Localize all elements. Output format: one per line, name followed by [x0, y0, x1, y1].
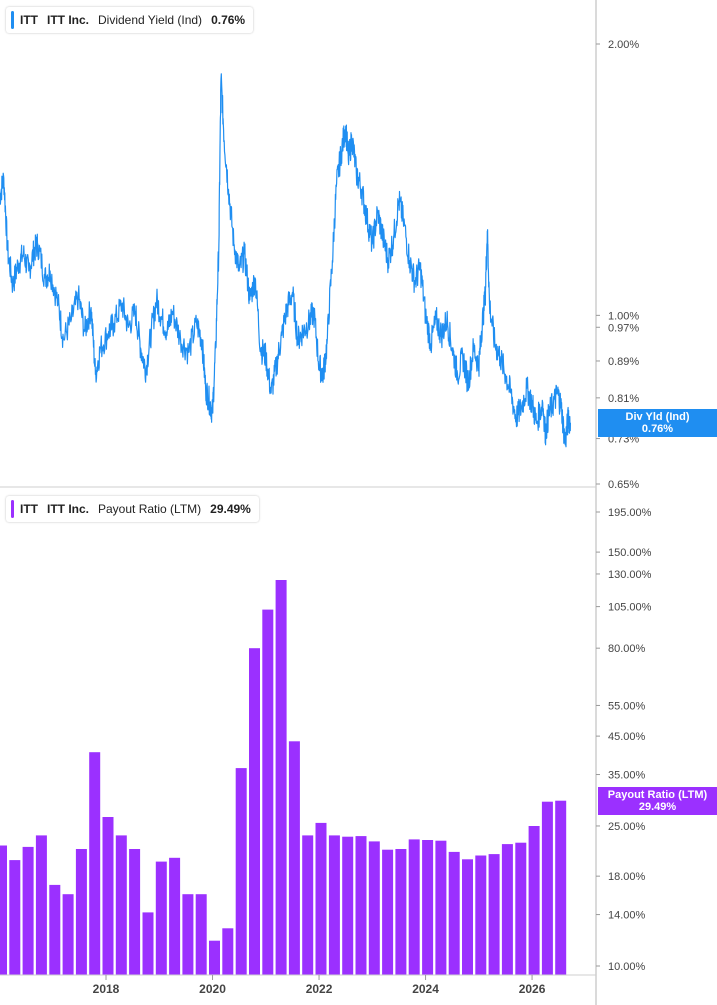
- x-tick-label: 2024: [412, 982, 439, 996]
- payout-ratio-bar: [501, 844, 513, 975]
- payout-ratio-bar: [209, 940, 220, 975]
- payout-ratio-bar: [462, 859, 473, 975]
- x-tick-label: 2022: [306, 982, 333, 996]
- payout-ratio-bar: [62, 894, 74, 975]
- y-tick-label-payout: 105.00%: [608, 602, 652, 614]
- legend-metric: Payout Ratio (LTM): [98, 502, 202, 516]
- payout-ratio-bar: [555, 800, 567, 975]
- payout-ratio-bar: [395, 849, 407, 975]
- dividend-yield-line: [0, 73, 571, 448]
- payout-ratio-bar: [382, 849, 394, 975]
- payout-ratio-bar: [275, 580, 287, 975]
- payout-ratio-bar: [355, 836, 367, 975]
- dividend-yield-panel: [0, 73, 571, 448]
- payout-ratio-bar: [235, 768, 247, 975]
- payout-ratio-bar: [9, 860, 21, 975]
- payout-ratio-bar: [89, 752, 101, 975]
- y-tick-label-payout: 45.00%: [608, 731, 646, 743]
- payout-ratio-bar: [75, 849, 87, 975]
- payout-ratio-legend[interactable]: ITT ITT Inc. Payout Ratio (LTM) 29.49%: [6, 496, 259, 522]
- y-tick-label-payout: 18.00%: [608, 871, 646, 883]
- tag-label: Div Yld (Ind): [625, 410, 690, 423]
- y-tick-label-payout: 35.00%: [608, 770, 646, 782]
- legend-company: ITT Inc.: [47, 502, 89, 516]
- y-tick-label-payout: 195.00%: [608, 507, 652, 519]
- payout-ratio-bar: [155, 861, 167, 975]
- y-tick-label-yield: 0.65%: [608, 479, 639, 491]
- payout-ratio-bar: [182, 894, 194, 975]
- series-color-swatch: [11, 500, 14, 518]
- payout-ratio-bar: [368, 841, 380, 975]
- payout-ratio-bar: [408, 839, 420, 975]
- legend-metric: Dividend Yield (Ind): [98, 13, 203, 27]
- y-tick-label-payout: 130.00%: [608, 569, 652, 581]
- y-tick-label-payout: 150.00%: [608, 547, 652, 559]
- last-value-tag-payout: Payout Ratio (LTM) 29.49%: [598, 786, 717, 815]
- payout-ratio-bar: [262, 609, 274, 975]
- y-tick-label-yield: 0.97%: [608, 322, 639, 334]
- tag-value: 29.49%: [638, 800, 677, 813]
- y-tick-label-yield: 2.00%: [608, 39, 639, 51]
- payout-ratio-bar: [422, 840, 434, 975]
- payout-ratio-bar: [35, 835, 47, 975]
- payout-ratio-bar: [328, 835, 340, 975]
- payout-ratio-bar: [222, 928, 234, 975]
- y-tick-label-payout: 80.00%: [608, 643, 646, 655]
- legend-value: 0.76%: [211, 13, 246, 27]
- payout-ratio-bar: [488, 854, 500, 975]
- y-tick-label-yield: 0.89%: [608, 356, 639, 368]
- payout-ratio-bar: [142, 912, 154, 975]
- payout-ratio-bar: [302, 835, 314, 975]
- payout-ratio-bar: [288, 741, 300, 975]
- legend-company: ITT Inc.: [47, 13, 89, 27]
- payout-ratio-bar: [342, 836, 354, 975]
- x-tick-label: 2018: [93, 982, 120, 996]
- legend-value: 29.49%: [210, 502, 251, 516]
- legend-ticker: ITT: [20, 502, 38, 516]
- payout-ratio-bar: [515, 842, 527, 975]
- x-tick-label: 2026: [519, 982, 546, 996]
- payout-ratio-bar: [49, 884, 61, 975]
- last-value-tag-yield: Div Yld (Ind) 0.76%: [598, 408, 717, 437]
- y-tick-label-payout: 25.00%: [608, 821, 646, 833]
- y-tick-label-yield: 1.00%: [608, 310, 639, 322]
- payout-ratio-bar: [102, 817, 114, 975]
- tag-label: Payout Ratio (LTM): [607, 788, 708, 801]
- payout-ratio-bar: [115, 835, 127, 975]
- y-tick-label-payout: 14.00%: [608, 910, 646, 922]
- payout-ratio-bar: [169, 857, 181, 975]
- payout-ratio-bar: [129, 849, 141, 975]
- tag-value: 0.76%: [641, 422, 674, 435]
- payout-ratio-bar: [0, 845, 7, 975]
- y-tick-label-payout: 10.00%: [608, 961, 646, 973]
- payout-ratio-bar: [315, 822, 327, 975]
- payout-ratio-bar: [435, 840, 447, 975]
- x-tick-label: 2020: [199, 982, 226, 996]
- payout-ratio-bar: [448, 851, 460, 975]
- payout-ratio-bar: [22, 846, 34, 975]
- legend-ticker: ITT: [20, 13, 38, 27]
- y-tick-label-payout: 55.00%: [608, 700, 646, 712]
- y-tick-label-yield: 0.81%: [608, 393, 639, 405]
- payout-ratio-panel: [0, 580, 567, 975]
- series-color-swatch: [11, 11, 14, 29]
- payout-ratio-bar: [541, 801, 553, 975]
- payout-ratio-bar: [249, 648, 260, 975]
- payout-ratio-bar: [195, 894, 207, 975]
- dividend-yield-legend[interactable]: ITT ITT Inc. Dividend Yield (Ind) 0.76%: [6, 7, 254, 33]
- payout-ratio-bar: [475, 855, 487, 975]
- payout-ratio-bar: [528, 826, 540, 975]
